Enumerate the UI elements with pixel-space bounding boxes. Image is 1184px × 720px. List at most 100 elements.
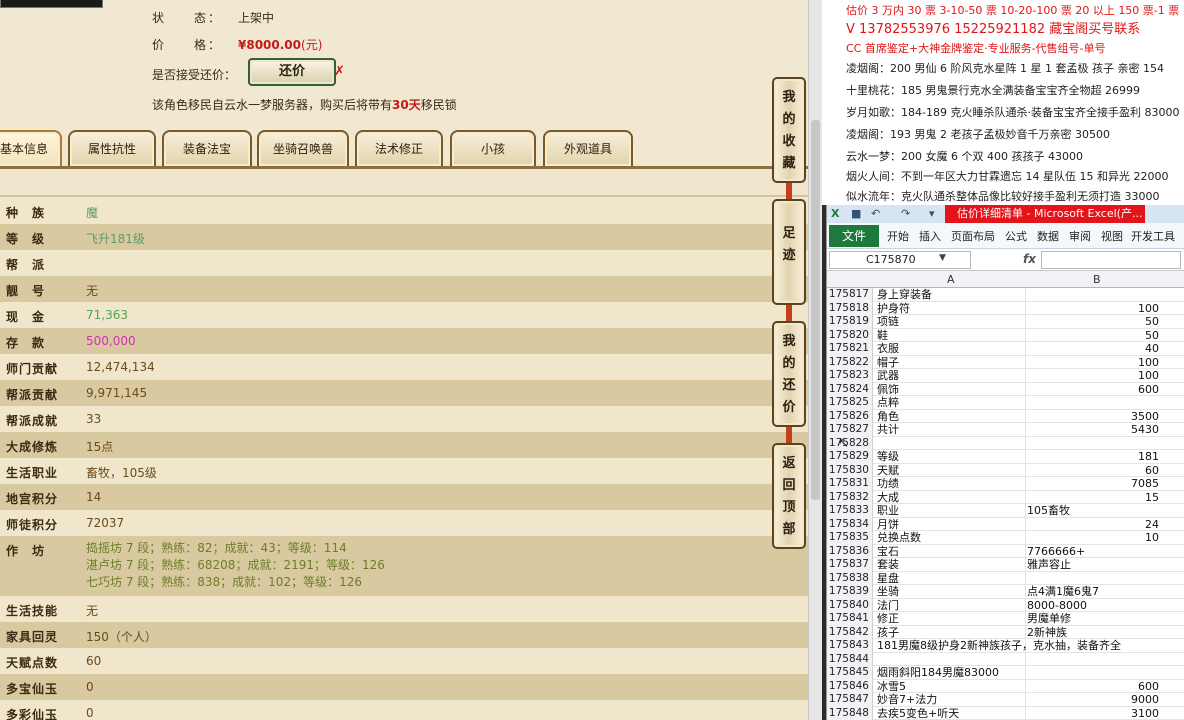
my-favorites-button[interactable]: 我的收藏 [772,77,806,183]
cell-b[interactable]: 105畜牧 [1027,504,1183,517]
cell-a[interactable]: 点粹 [877,396,1025,409]
row-number[interactable]: 175837 [827,558,873,572]
cell-b[interactable]: 7766666+ [1027,545,1183,558]
cell-b[interactable]: 50 [1027,315,1183,328]
file-tab[interactable]: 文件 [829,225,879,247]
cell-a[interactable]: 角色 [877,410,1025,423]
cell-a[interactable]: 181男魔8级护身2新神族孩子，克水抽，装备齐全 [877,639,1121,652]
cell-b[interactable]: 10 [1027,531,1183,544]
ribbon-tab-home[interactable]: 开始 [887,228,909,244]
cell-a[interactable]: 武器 [877,369,1025,382]
row-number[interactable]: 175828 [827,436,873,450]
ribbon-tab-page-layout[interactable]: 页面布局 [951,228,995,244]
row-number[interactable]: 175821 [827,342,873,356]
cell-a[interactable]: 天赋 [877,464,1025,477]
sheet-row[interactable]: 175827 共计 5430 [827,423,1184,437]
sheet-row[interactable]: 175848 去疾5变色+听天 3100 [827,706,1184,720]
sheet-row[interactable]: 175838 星盘 [827,571,1184,585]
sheet-row[interactable]: 175835 兑换点数 10 [827,531,1184,545]
ribbon-tab-review[interactable]: 审阅 [1069,228,1091,244]
scrollbar-thumb[interactable] [811,120,820,500]
cell-b[interactable]: 600 [1027,680,1183,693]
cell-b[interactable]: 40 [1027,342,1183,355]
tab-basic-info[interactable]: 基本信息 [0,130,62,166]
cell-b[interactable]: 600 [1027,383,1183,396]
row-number[interactable]: 175846 [827,679,873,693]
tab-children[interactable]: 小孩 [450,130,536,166]
cell-a[interactable]: 坐骑 [877,585,1025,598]
ribbon-tab-developer[interactable]: 开发工具 [1131,228,1175,244]
sheet-row[interactable]: 175845 烟雨斜阳184男魔83000 [827,666,1184,680]
sheet-row[interactable]: 175843 181男魔8级护身2新神族孩子，克水抽，装备齐全 [827,639,1184,653]
cell-a[interactable]: 兑换点数 [877,531,1025,544]
cell-a[interactable]: 修正 [877,612,1025,625]
cell-b[interactable]: 点4满1魔6鬼7 [1027,585,1183,598]
row-number[interactable]: 175823 [827,369,873,383]
row-number[interactable]: 175844 [827,652,873,666]
sheet-row[interactable]: 175844 [827,652,1184,666]
ribbon-tab-view[interactable]: 视图 [1101,228,1123,244]
row-number[interactable]: 175827 [827,423,873,437]
my-bargains-button[interactable]: 我的还价 [772,321,806,427]
row-number[interactable]: 175843 [827,639,873,653]
row-number[interactable]: 175845 [827,666,873,680]
cell-a[interactable]: 孩子 [877,626,1025,639]
cell-a[interactable]: 衣服 [877,342,1025,355]
cell-b[interactable]: 9000 [1027,693,1183,706]
cell-b[interactable]: 3500 [1027,410,1183,423]
tab-equipment[interactable]: 装备法宝 [162,130,252,166]
row-number[interactable]: 175836 [827,544,873,558]
cell-a[interactable]: 冰雪5 [877,680,1025,693]
cell-b[interactable]: 男魔单修 [1027,612,1183,625]
row-number[interactable]: 175822 [827,355,873,369]
row-number[interactable]: 175820 [827,328,873,342]
cell-b[interactable]: 雅声容止 [1027,558,1183,571]
cell-a[interactable]: 功绩 [877,477,1025,490]
ribbon-tab-formulas[interactable]: 公式 [1005,228,1027,244]
row-number[interactable]: 175847 [827,693,873,707]
cell-a[interactable]: 职业 [877,504,1025,517]
sheet-row[interactable]: 175821 衣服 40 [827,342,1184,356]
sheet-row[interactable]: 175817 身上穿装备 [827,288,1184,302]
bargain-close-icon[interactable]: ✗ [334,64,345,79]
cell-a[interactable]: 佩饰 [877,383,1025,396]
name-box-dropdown-icon[interactable]: ▼ [939,253,946,263]
sheet-row[interactable]: 175834 月饼 24 [827,517,1184,531]
sheet-row[interactable]: 175833 职业 105畜牧 [827,504,1184,518]
sheet-row[interactable]: 175832 大成 15 [827,490,1184,504]
name-box[interactable]: C175870 [829,251,971,269]
cell-b[interactable]: 3100 [1027,707,1183,720]
cell-b[interactable]: 2新神族 [1027,626,1183,639]
sheet-row[interactable]: 175828 [827,436,1184,450]
row-number[interactable]: 175834 [827,517,873,531]
cell-b[interactable]: 8000-8000 [1027,599,1183,612]
sheet-row[interactable]: 175829 等级 181 [827,450,1184,464]
sheet-row[interactable]: 175825 点粹 [827,396,1184,410]
column-header-a[interactable]: A [947,273,955,286]
cell-b[interactable]: 100 [1027,369,1183,382]
footprint-button[interactable]: 足迹 [772,199,806,305]
sheet-row[interactable]: 175822 帽子 100 [827,355,1184,369]
row-number[interactable]: 175848 [827,706,873,720]
ribbon-tab-insert[interactable]: 插入 [919,228,941,244]
row-number[interactable]: 175817 [827,288,873,302]
sheet-row[interactable]: 175841 修正 男魔单修 [827,612,1184,626]
sheet-row[interactable]: 175818 护身符 100 [827,301,1184,315]
sheet-row[interactable]: 175836 宝石 7766666+ [827,544,1184,558]
row-number[interactable]: 175818 [827,301,873,315]
cell-a[interactable]: 身上穿装备 [877,288,1025,301]
row-number[interactable]: 175831 [827,477,873,491]
row-number[interactable]: 175842 [827,625,873,639]
tab-attributes[interactable]: 属性抗性 [68,130,156,166]
cell-a[interactable]: 鞋 [877,329,1025,342]
cell-a[interactable]: 帽子 [877,356,1025,369]
cell-b[interactable]: 7085 [1027,477,1183,490]
save-icon[interactable]: ■ [851,207,861,220]
row-number[interactable]: 175841 [827,612,873,626]
cell-a[interactable]: 星盘 [877,572,1025,585]
sheet-row[interactable]: 175839 坐骑 点4满1魔6鬼7 [827,585,1184,599]
row-number[interactable]: 175835 [827,531,873,545]
cell-b[interactable]: 5430 [1027,423,1183,436]
cell-b[interactable]: 181 [1027,450,1183,463]
row-number[interactable]: 175833 [827,504,873,518]
